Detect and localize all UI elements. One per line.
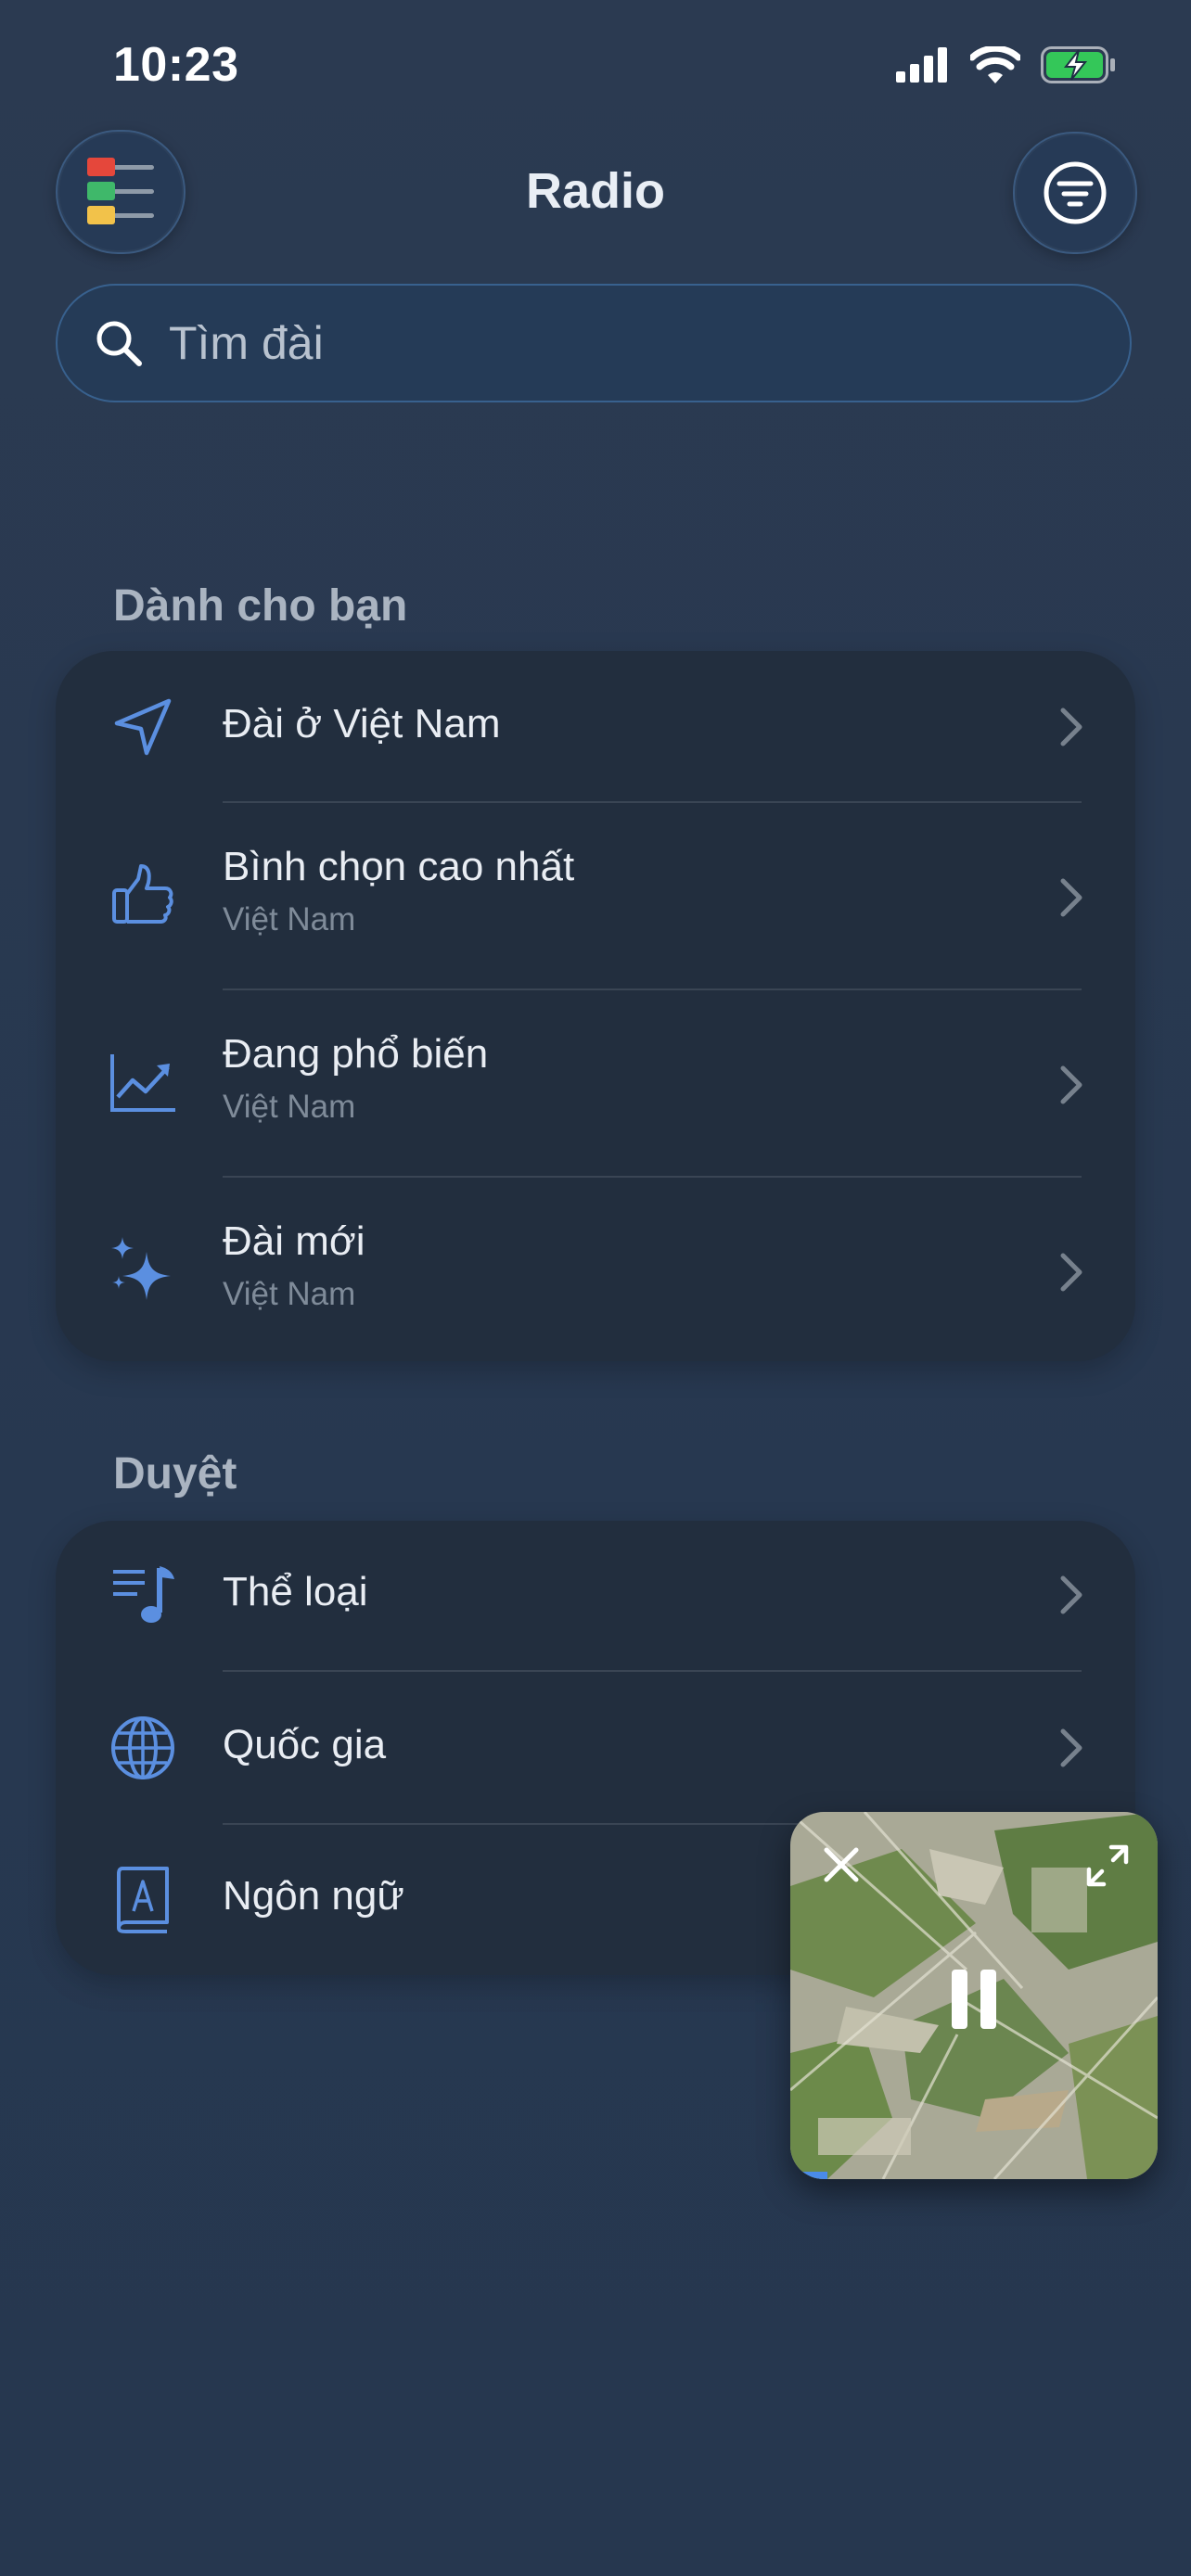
list-item-new-stations[interactable]: Đài mới Việt Nam bbox=[56, 1178, 1135, 1361]
chevron-right-icon bbox=[1060, 708, 1082, 746]
trending-chart-icon bbox=[106, 1046, 180, 1120]
close-icon[interactable] bbox=[822, 1845, 861, 1884]
list-item-stations-in-country[interactable]: Đài ở Việt Nam bbox=[56, 651, 1135, 803]
battery-charging-icon bbox=[1041, 46, 1115, 83]
item-title: Quốc gia bbox=[223, 1722, 387, 1767]
item-subtitle: Việt Nam bbox=[223, 901, 356, 937]
sparkles-icon bbox=[106, 1233, 180, 1307]
list-item-top-voted[interactable]: Bình chọn cao nhất Việt Nam bbox=[56, 803, 1135, 990]
section-heading-browse: Duyệt bbox=[113, 1449, 237, 1498]
chevron-right-icon bbox=[1060, 1065, 1082, 1104]
search-bar[interactable] bbox=[56, 284, 1132, 402]
item-title: Đang phổ biến bbox=[223, 1031, 489, 1077]
wifi-icon bbox=[970, 46, 1020, 83]
section-heading-for-you: Dành cho bạn bbox=[113, 581, 408, 631]
for-you-card: Đài ở Việt Nam Bình chọn cao nhất Việt N… bbox=[56, 651, 1135, 1361]
pause-icon[interactable] bbox=[948, 1968, 1000, 2031]
item-title: Đài ở Việt Nam bbox=[223, 701, 501, 746]
item-title: Ngôn ngữ bbox=[223, 1873, 404, 1919]
expand-icon[interactable] bbox=[1085, 1843, 1130, 1888]
chevron-right-icon bbox=[1060, 1728, 1082, 1767]
item-subtitle: Việt Nam bbox=[223, 1089, 356, 1125]
language-book-icon bbox=[106, 1862, 180, 1936]
thumbs-up-icon bbox=[106, 857, 180, 931]
item-title: Đài mới bbox=[223, 1218, 365, 1264]
location-arrow-icon bbox=[106, 690, 180, 764]
mini-player[interactable] bbox=[790, 1812, 1158, 2179]
globe-icon bbox=[106, 1711, 180, 1785]
music-list-icon bbox=[106, 1558, 180, 1632]
chevron-right-icon bbox=[1060, 878, 1082, 917]
cellular-signal-icon bbox=[896, 47, 947, 83]
status-time: 10:23 bbox=[113, 38, 239, 92]
list-item-trending[interactable]: Đang phổ biến Việt Nam bbox=[56, 990, 1135, 1178]
item-subtitle: Việt Nam bbox=[223, 1276, 356, 1312]
search-icon bbox=[96, 321, 142, 366]
playback-progress-bar bbox=[790, 2172, 827, 2179]
item-title: Thể loại bbox=[223, 1569, 368, 1614]
item-title: Bình chọn cao nhất bbox=[223, 844, 575, 889]
search-input[interactable] bbox=[167, 315, 1080, 371]
filter-icon bbox=[1044, 161, 1107, 224]
list-item-countries[interactable]: Quốc gia bbox=[56, 1672, 1135, 1824]
filter-button[interactable] bbox=[1013, 132, 1137, 254]
chevron-right-icon bbox=[1060, 1575, 1082, 1614]
status-icons bbox=[896, 46, 1117, 83]
list-item-genres[interactable]: Thể loại bbox=[56, 1521, 1135, 1671]
chevron-right-icon bbox=[1060, 1253, 1082, 1292]
